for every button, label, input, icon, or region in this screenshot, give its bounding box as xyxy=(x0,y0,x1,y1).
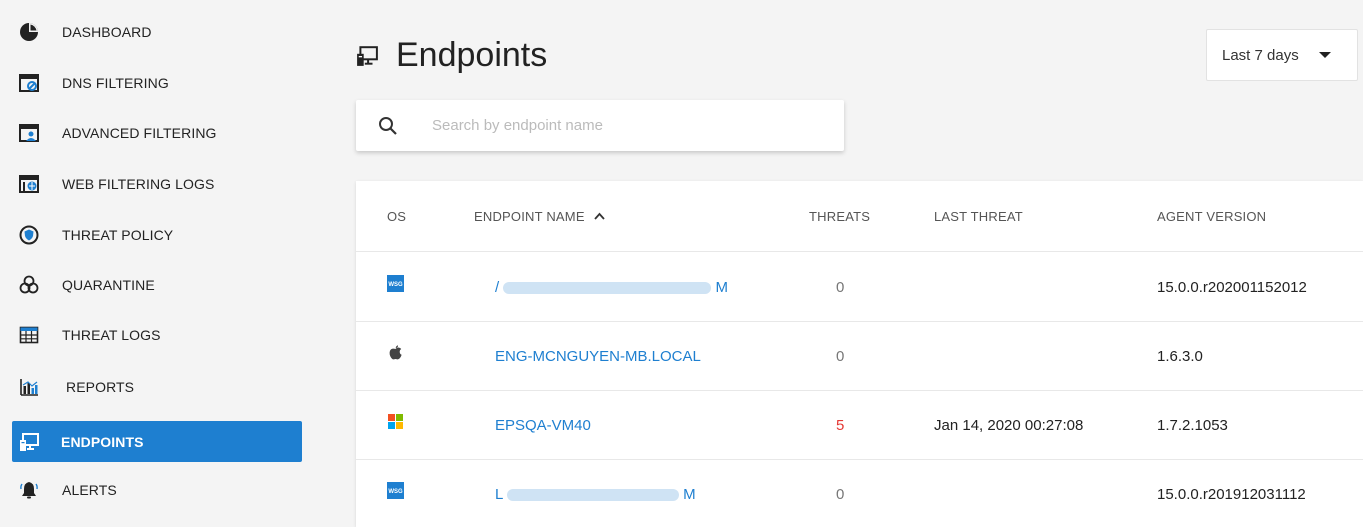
sidebar-item-alerts[interactable]: ALERTS xyxy=(12,469,302,510)
endpoint-icon xyxy=(356,45,378,67)
col-agent-version[interactable]: AGENT VERSION xyxy=(1157,209,1266,224)
sidebar-item-web-filtering-logs[interactable]: WEB FILTERING LOGS xyxy=(12,163,302,204)
date-range-select[interactable]: Last 7 days xyxy=(1206,29,1358,81)
table-row[interactable]: WSG L M 0 15.0.0.r201912031112 xyxy=(356,460,1363,527)
sidebar-item-threat-logs[interactable]: THREAT LOGS xyxy=(12,314,302,355)
col-endpoint-name-label: ENDPOINT NAME xyxy=(474,209,585,224)
dns-filter-icon xyxy=(18,72,40,94)
endpoint-name-link[interactable]: ENG-MCNGUYEN-MB.LOCAL xyxy=(495,348,701,365)
agent-version: 15.0.0.r201912031112 xyxy=(1157,486,1306,503)
caret-down-icon xyxy=(1318,52,1331,58)
endpoint-name-end: M xyxy=(683,486,696,503)
threat-count: 0 xyxy=(836,486,845,503)
search-input[interactable] xyxy=(432,117,812,134)
sidebar-item-reports[interactable]: REPORTS xyxy=(12,366,302,407)
redacted-blur xyxy=(506,489,679,502)
endpoint-name-end: M xyxy=(715,279,729,296)
sidebar-item-label: DASHBOARD xyxy=(62,23,152,40)
sidebar-item-label: ENDPOINTS xyxy=(61,433,144,450)
redacted-blur xyxy=(503,282,712,295)
endpoint-name-link[interactable]: EPSQA-VM40 xyxy=(495,417,591,434)
col-threats[interactable]: THREATS xyxy=(809,209,870,224)
sidebar-item-dns-filtering[interactable]: DNS FILTERING xyxy=(12,62,302,103)
wsg-icon: WSG xyxy=(387,275,404,292)
advanced-filter-icon xyxy=(18,122,40,144)
table-row[interactable]: EPSQA-VM40 5 Jan 14, 2020 00:27:08 1.7.2… xyxy=(356,391,1363,460)
endpoint-name-start: / xyxy=(495,279,500,296)
agent-version: 1.7.2.1053 xyxy=(1157,417,1228,434)
sidebar-item-label: THREAT POLICY xyxy=(62,226,174,243)
col-os[interactable]: OS xyxy=(387,209,406,224)
table-row[interactable]: ENG-MCNGUYEN-MB.LOCAL 0 1.6.3.0 xyxy=(356,322,1363,391)
page-header: Endpoints xyxy=(356,36,547,75)
windows-icon xyxy=(387,413,404,430)
threat-count: 5 xyxy=(836,417,845,434)
sidebar-item-endpoints[interactable]: ENDPOINTS xyxy=(12,421,302,462)
bar-chart-icon xyxy=(18,376,40,398)
col-last-threat[interactable]: LAST THREAT xyxy=(934,209,1023,224)
sidebar-item-label: THREAT LOGS xyxy=(62,326,161,343)
web-logs-icon xyxy=(18,173,40,195)
bell-icon xyxy=(18,479,40,501)
endpoint-icon xyxy=(18,431,40,453)
sidebar-item-label: WEB FILTERING LOGS xyxy=(62,175,215,192)
sidebar: DASHBOARD DNS FILTERING ADVANCED FILTERI… xyxy=(0,0,310,527)
endpoint-name-link[interactable]: / M xyxy=(495,279,728,296)
shield-icon xyxy=(18,224,40,246)
sidebar-item-threat-policy[interactable]: THREAT POLICY xyxy=(12,214,302,255)
table-icon xyxy=(18,324,40,346)
wsg-icon: WSG xyxy=(387,482,404,499)
sidebar-item-dashboard[interactable]: DASHBOARD xyxy=(12,11,302,52)
svg-text:WSG: WSG xyxy=(388,489,403,495)
table-row[interactable]: WSG / M 0 15.0.0.r202001152012 xyxy=(356,253,1363,322)
page-title: Endpoints xyxy=(396,36,548,74)
sort-asc-icon xyxy=(593,212,605,220)
last-threat-time: Jan 14, 2020 00:27:08 xyxy=(934,417,1084,434)
date-range-value: Last 7 days xyxy=(1222,46,1299,64)
search-icon xyxy=(378,116,398,136)
threat-count: 0 xyxy=(836,279,845,296)
endpoints-table: OS ENDPOINT NAME THREATS LAST THREAT AGE… xyxy=(356,181,1363,527)
sidebar-item-quarantine[interactable]: QUARANTINE xyxy=(12,264,302,305)
sidebar-item-advanced-filtering[interactable]: ADVANCED FILTERING xyxy=(12,112,302,153)
pie-chart-icon xyxy=(18,21,40,43)
sidebar-item-label: REPORTS xyxy=(66,378,135,395)
apple-icon xyxy=(387,344,404,361)
col-endpoint-name[interactable]: ENDPOINT NAME xyxy=(474,209,605,224)
endpoint-name-link[interactable]: L M xyxy=(495,486,696,503)
sidebar-item-label: DNS FILTERING xyxy=(62,74,169,91)
sidebar-item-label: QUARANTINE xyxy=(62,276,155,293)
table-header: OS ENDPOINT NAME THREATS LAST THREAT AGE… xyxy=(356,181,1363,252)
endpoint-name-start: L xyxy=(495,486,503,503)
sidebar-item-label: ALERTS xyxy=(62,481,117,498)
sidebar-item-label: ADVANCED FILTERING xyxy=(62,124,217,141)
app-root: DASHBOARD DNS FILTERING ADVANCED FILTERI… xyxy=(0,0,1363,527)
agent-version: 15.0.0.r202001152012 xyxy=(1157,279,1307,296)
svg-text:WSG: WSG xyxy=(388,282,403,288)
biohazard-icon xyxy=(18,274,40,296)
agent-version: 1.6.3.0 xyxy=(1157,348,1203,365)
search-box xyxy=(356,100,844,151)
threat-count: 0 xyxy=(836,348,845,365)
